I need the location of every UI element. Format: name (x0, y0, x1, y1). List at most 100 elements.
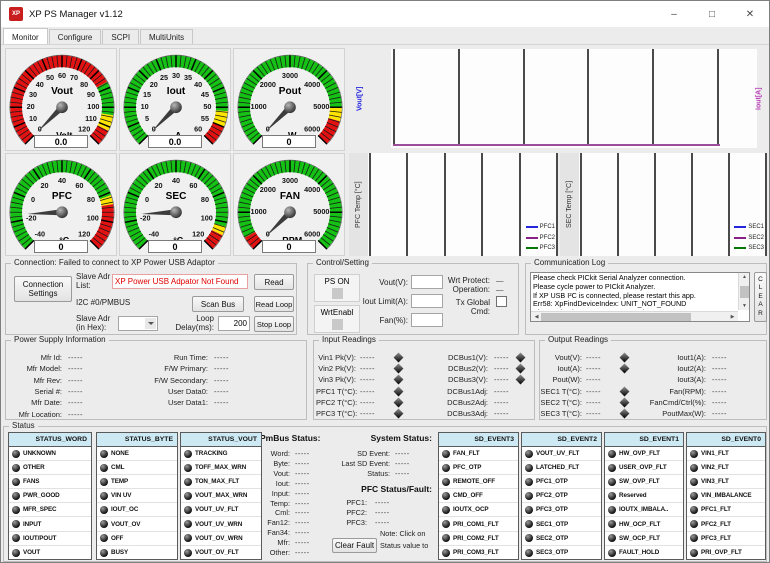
status-list-item[interactable]: VIN UV (97, 489, 177, 503)
status-list-item[interactable]: PFC1_OTP (522, 475, 601, 489)
status-list-item[interactable]: IOUTX_IMBALA.. (605, 503, 683, 517)
status-list-item[interactable]: OTHER (9, 461, 91, 475)
status-list-item[interactable]: PRI_COM1_FLT (439, 517, 518, 531)
close-icon[interactable]: ✕ (731, 1, 769, 27)
scroll-up-icon[interactable]: ▲ (739, 274, 750, 280)
status-list-item[interactable]: SEC3_OTP (522, 546, 601, 560)
status-list-item[interactable]: NONE (97, 447, 177, 461)
status-list-item[interactable]: SW_OVP_FLT (605, 475, 683, 489)
status-list-item[interactable]: UNKNOWN (9, 447, 91, 461)
status-list-item[interactable]: HW_OVP_FLT (605, 447, 683, 461)
status-list-item[interactable]: IOUT_OC (97, 503, 177, 517)
status-list-item[interactable]: PFC_OTP (439, 461, 518, 475)
status-list-item[interactable]: PRI_OVP_FLT (687, 546, 765, 560)
comm-log-box[interactable]: Please check PICkit Serial Analyzer conn… (530, 272, 750, 322)
status-field-value[interactable]: ----- (375, 508, 390, 517)
status-list-item[interactable]: PRI_COM2_FLT (439, 532, 518, 546)
status-list-item[interactable]: TRACKING (181, 447, 261, 461)
status-list-item[interactable]: BUSY (97, 546, 177, 560)
status-list-item[interactable]: PFC1_FLT (687, 503, 765, 517)
status-list-item[interactable]: Reserved (605, 489, 683, 503)
status-list-item[interactable]: VOUT_MAX_WRN (181, 489, 261, 503)
status-list-item[interactable]: SEC1_OTP (522, 517, 601, 531)
status-list-item[interactable]: TOFF_MAX_WRN (181, 461, 261, 475)
maximize-icon[interactable]: □ (693, 1, 731, 27)
status-list-item[interactable]: VOUT_UV_FLT (522, 447, 601, 461)
status-list-item[interactable]: USER_OVP_FLT (605, 461, 683, 475)
tab-configure[interactable]: Configure (49, 29, 102, 44)
read-button[interactable]: Read (254, 274, 294, 290)
status-list-item[interactable]: TEMP (97, 475, 177, 489)
vertical-scrollbar[interactable]: ▲ ▼ (738, 273, 749, 310)
status-list-item[interactable]: VOUT_OV_FLT (181, 546, 261, 560)
status-field-value[interactable]: ----- (295, 548, 310, 557)
read-loop-button[interactable]: Read Loop (254, 296, 294, 312)
status-list-item[interactable]: PWR_GOOD (9, 489, 91, 503)
vscroll-thumb[interactable] (740, 286, 749, 298)
connection-settings-button[interactable]: Connection Settings (14, 276, 72, 302)
titlebar[interactable]: XP XP PS Manager v1.12 – □ ✕ (1, 1, 769, 27)
status-field-value[interactable]: ----- (295, 479, 310, 488)
status-field-value[interactable]: ----- (375, 518, 390, 527)
tab-monitor[interactable]: Monitor (3, 28, 48, 44)
adaptor-status-field[interactable]: XP Power USB Adpator Not Found (112, 274, 248, 289)
status-field-value[interactable]: ----- (295, 518, 310, 527)
clear-log-button[interactable]: CLEAR (754, 272, 767, 322)
status-list-item[interactable]: VOUT_UV_WRN (181, 517, 261, 531)
vout-set-input[interactable] (411, 275, 443, 289)
slave-adr-select[interactable] (118, 316, 158, 331)
hscroll-thumb[interactable] (541, 313, 691, 321)
status-list-item[interactable]: PFC3_OTP (522, 503, 601, 517)
status-field-value[interactable]: ----- (295, 528, 310, 537)
status-list-item[interactable]: OFF (97, 532, 177, 546)
scroll-down-icon[interactable]: ▼ (739, 303, 750, 309)
status-list-item[interactable]: VOUT_UV_FLT (181, 503, 261, 517)
status-field-value[interactable]: ----- (295, 469, 310, 478)
status-list-item[interactable]: FAULT_HOLD (605, 546, 683, 560)
status-list-item[interactable]: PFC2_FLT (687, 517, 765, 531)
status-list-item[interactable]: SEC2_OTP (522, 532, 601, 546)
status-list-item[interactable]: PFC2_OTP (522, 489, 601, 503)
clear-fault-button[interactable]: Clear Fault (332, 538, 377, 553)
status-list-item[interactable]: PFC3_FLT (687, 532, 765, 546)
status-list-item[interactable]: CMD_OFF (439, 489, 518, 503)
status-field-value[interactable]: ----- (295, 489, 310, 498)
tx-global-checkbox[interactable] (496, 296, 507, 307)
status-list-item[interactable]: MFR_SPEC (9, 503, 91, 517)
status-list-item[interactable]: FAN_FLT (439, 447, 518, 461)
status-list-item[interactable]: IOUT/POUT (9, 532, 91, 546)
status-list-item[interactable]: PRI_COM3_FLT (439, 546, 518, 560)
minimize-icon[interactable]: – (655, 1, 693, 27)
status-list-item[interactable]: VIN1_FLT (687, 447, 765, 461)
status-field-value[interactable]: ----- (295, 538, 310, 547)
status-list-item[interactable]: REMOTE_OFF (439, 475, 518, 489)
status-list-item[interactable]: VIN3_FLT (687, 475, 765, 489)
tab-scpi[interactable]: SCPI (102, 29, 139, 44)
status-field-value[interactable]: ----- (295, 508, 310, 517)
status-field-value[interactable]: ----- (375, 498, 390, 507)
status-list-item[interactable]: IOUTX_OCP (439, 503, 518, 517)
scroll-right-icon[interactable]: ▶ (727, 314, 738, 320)
status-list-item[interactable]: VOUT_OV_WRN (181, 532, 261, 546)
status-list-item[interactable]: CML (97, 461, 177, 475)
status-list-item[interactable]: LATCHED_FLT (522, 461, 601, 475)
status-list-item[interactable]: VIN_IMBALANCE (687, 489, 765, 503)
status-list-item[interactable]: SW_OCP_FLT (605, 532, 683, 546)
horizontal-scrollbar[interactable]: ◀ ▶ (531, 311, 738, 321)
status-field-value[interactable]: ----- (295, 499, 310, 508)
scan-bus-button[interactable]: Scan Bus (192, 296, 244, 312)
status-list-item[interactable]: INPUT (9, 517, 91, 531)
loop-delay-input[interactable]: 200 (218, 316, 250, 331)
status-field-value[interactable]: ----- (395, 449, 410, 458)
status-list-item[interactable]: VOUT_OV (97, 517, 177, 531)
status-field-value[interactable]: ----- (295, 449, 310, 458)
tab-multiunits[interactable]: MultiUnits (140, 29, 193, 44)
status-list-item[interactable]: FANS (9, 475, 91, 489)
status-list-item[interactable]: VOUT (9, 546, 91, 560)
wrt-enabl-button[interactable]: WrtEnabl (314, 305, 360, 333)
status-field-value[interactable]: ----- (395, 469, 410, 478)
status-list-item[interactable]: TON_MAX_FLT (181, 475, 261, 489)
status-list-item[interactable]: VIN2_FLT (687, 461, 765, 475)
status-list-item[interactable]: HW_OCP_FLT (605, 517, 683, 531)
status-field-value[interactable]: ----- (295, 459, 310, 468)
